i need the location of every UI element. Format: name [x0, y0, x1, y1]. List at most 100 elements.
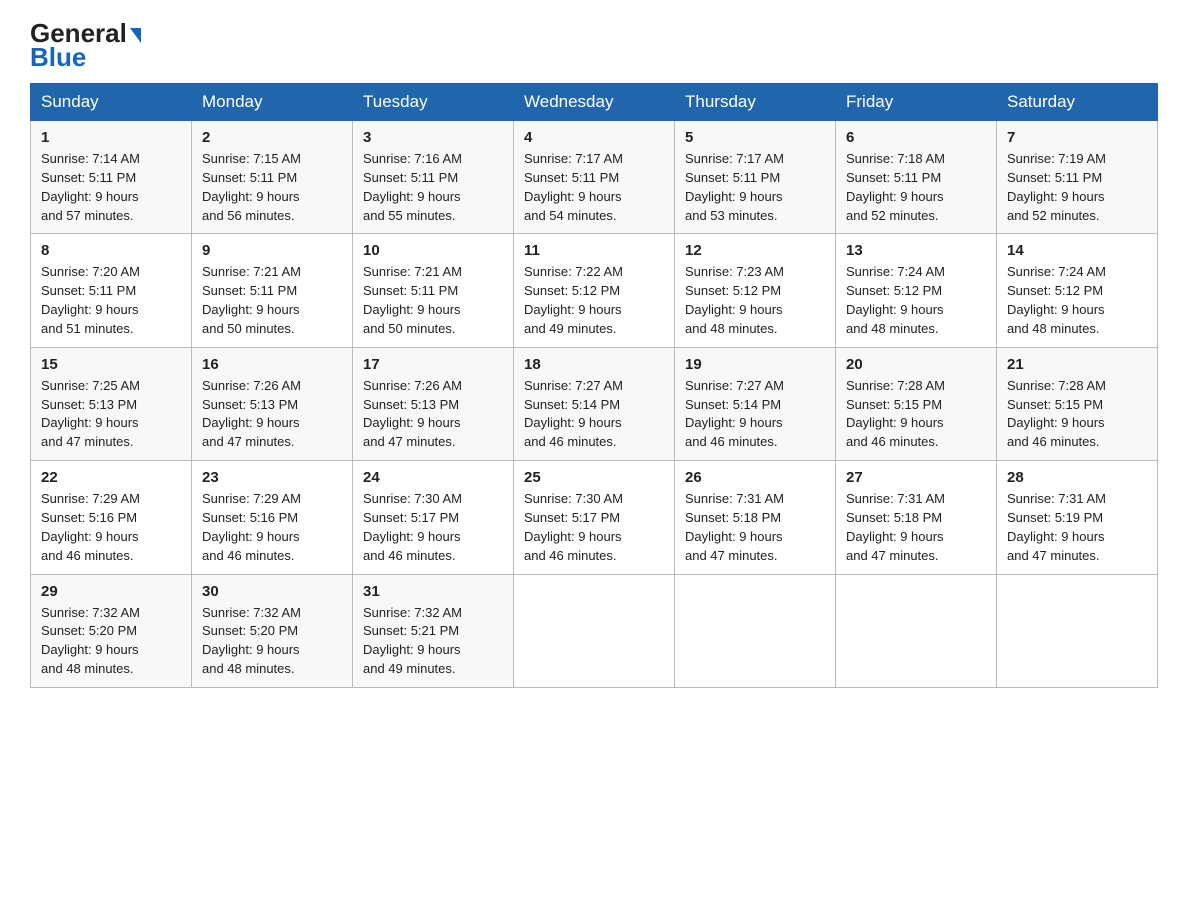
- calendar-cell: 27 Sunrise: 7:31 AMSunset: 5:18 PMDayligh…: [836, 461, 997, 574]
- day-number: 21: [1007, 356, 1147, 373]
- calendar-cell: 28Sunrise: 7:31 AMSunset: 5:19 PMDayligh…: [997, 461, 1158, 574]
- day-number: 20: [846, 356, 986, 373]
- calendar-cell: 24 Sunrise: 7:30 AMSunset: 5:17 PMDayligh…: [353, 461, 514, 574]
- calendar-cell: 13 Sunrise: 7:24 AMSunset: 5:12 PMDayligh…: [836, 234, 997, 347]
- header-wednesday: Wednesday: [514, 84, 675, 121]
- day-number: 25: [524, 469, 664, 486]
- day-number: 17: [363, 356, 503, 373]
- calendar-cell: 16 Sunrise: 7:26 AMSunset: 5:13 PMDayligh…: [192, 347, 353, 460]
- header-tuesday: Tuesday: [353, 84, 514, 121]
- day-number: 27: [846, 469, 986, 486]
- day-number: 16: [202, 356, 342, 373]
- calendar-cell: 8 Sunrise: 7:20 AMSunset: 5:11 PMDaylight…: [31, 234, 192, 347]
- calendar-cell: [997, 574, 1158, 687]
- logo-arrow-icon: [130, 28, 141, 43]
- calendar-cell: 7 Sunrise: 7:19 AMSunset: 5:11 PMDaylight…: [997, 121, 1158, 234]
- day-number: 14: [1007, 242, 1147, 259]
- logo: General Blue: [30, 20, 141, 73]
- day-info: Sunrise: 7:30 AMSunset: 5:17 PMDaylight:…: [363, 490, 503, 565]
- day-number: 13: [846, 242, 986, 259]
- calendar-cell: 12Sunrise: 7:23 AMSunset: 5:12 PMDayligh…: [675, 234, 836, 347]
- calendar-cell: 10 Sunrise: 7:21 AMSunset: 5:11 PMDayligh…: [353, 234, 514, 347]
- day-info: Sunrise: 7:26 AMSunset: 5:13 PMDaylight:…: [202, 377, 342, 452]
- calendar-cell: 25 Sunrise: 7:30 AMSunset: 5:17 PMDayligh…: [514, 461, 675, 574]
- calendar-cell: 30 Sunrise: 7:32 AMSunset: 5:20 PMDayligh…: [192, 574, 353, 687]
- calendar-cell: 31 Sunrise: 7:32 AMSunset: 5:21 PMDayligh…: [353, 574, 514, 687]
- calendar-header-row: SundayMondayTuesdayWednesdayThursdayFrid…: [31, 84, 1158, 121]
- calendar-cell: 19 Sunrise: 7:27 AMSunset: 5:14 PMDayligh…: [675, 347, 836, 460]
- day-info: Sunrise: 7:32 AMSunset: 5:21 PMDaylight:…: [363, 604, 503, 679]
- day-number: 3: [363, 129, 503, 146]
- day-number: 30: [202, 583, 342, 600]
- header-thursday: Thursday: [675, 84, 836, 121]
- calendar-cell: 20 Sunrise: 7:28 AMSunset: 5:15 PMDayligh…: [836, 347, 997, 460]
- calendar-cell: [514, 574, 675, 687]
- day-info: Sunrise: 7:25 AMSunset: 5:13 PMDaylight:…: [41, 377, 181, 452]
- day-number: 15: [41, 356, 181, 373]
- day-info: Sunrise: 7:15 AMSunset: 5:11 PMDaylight:…: [202, 150, 342, 225]
- day-number: 7: [1007, 129, 1147, 146]
- day-info: Sunrise: 7:24 AMSunset: 5:12 PMDaylight:…: [1007, 263, 1147, 338]
- calendar-cell: 5 Sunrise: 7:17 AMSunset: 5:11 PMDaylight…: [675, 121, 836, 234]
- day-info: Sunrise: 7:32 AMSunset: 5:20 PMDaylight:…: [41, 604, 181, 679]
- day-number: 2: [202, 129, 342, 146]
- day-info: Sunrise: 7:32 AMSunset: 5:20 PMDaylight:…: [202, 604, 342, 679]
- calendar-cell: 18 Sunrise: 7:27 AMSunset: 5:14 PMDayligh…: [514, 347, 675, 460]
- day-number: 24: [363, 469, 503, 486]
- day-info: Sunrise: 7:17 AMSunset: 5:11 PMDaylight:…: [685, 150, 825, 225]
- calendar-cell: 11Sunrise: 7:22 AMSunset: 5:12 PMDayligh…: [514, 234, 675, 347]
- day-info: Sunrise: 7:30 AMSunset: 5:17 PMDaylight:…: [524, 490, 664, 565]
- calendar-cell: 29Sunrise: 7:32 AMSunset: 5:20 PMDayligh…: [31, 574, 192, 687]
- day-number: 26: [685, 469, 825, 486]
- day-number: 31: [363, 583, 503, 600]
- day-number: 4: [524, 129, 664, 146]
- calendar-table: SundayMondayTuesdayWednesdayThursdayFrid…: [30, 83, 1158, 688]
- day-info: Sunrise: 7:21 AMSunset: 5:11 PMDaylight:…: [202, 263, 342, 338]
- day-info: Sunrise: 7:29 AMSunset: 5:16 PMDaylight:…: [41, 490, 181, 565]
- day-number: 10: [363, 242, 503, 259]
- header-friday: Friday: [836, 84, 997, 121]
- logo-text-blue: Blue: [30, 42, 86, 73]
- calendar-cell: 14 Sunrise: 7:24 AMSunset: 5:12 PMDayligh…: [997, 234, 1158, 347]
- calendar-cell: 1Sunrise: 7:14 AMSunset: 5:11 PMDaylight…: [31, 121, 192, 234]
- day-info: Sunrise: 7:20 AMSunset: 5:11 PMDaylight:…: [41, 263, 181, 338]
- calendar-cell: 23 Sunrise: 7:29 AMSunset: 5:16 PMDayligh…: [192, 461, 353, 574]
- day-info: Sunrise: 7:16 AMSunset: 5:11 PMDaylight:…: [363, 150, 503, 225]
- day-number: 22: [41, 469, 181, 486]
- calendar-cell: [836, 574, 997, 687]
- calendar-cell: 22 Sunrise: 7:29 AMSunset: 5:16 PMDayligh…: [31, 461, 192, 574]
- day-number: 23: [202, 469, 342, 486]
- calendar-cell: 3 Sunrise: 7:16 AMSunset: 5:11 PMDaylight…: [353, 121, 514, 234]
- calendar-cell: 17 Sunrise: 7:26 AMSunset: 5:13 PMDayligh…: [353, 347, 514, 460]
- day-number: 11: [524, 242, 664, 259]
- day-info: Sunrise: 7:31 AMSunset: 5:18 PMDaylight:…: [846, 490, 986, 565]
- day-number: 6: [846, 129, 986, 146]
- day-number: 5: [685, 129, 825, 146]
- day-info: Sunrise: 7:17 AMSunset: 5:11 PMDaylight:…: [524, 150, 664, 225]
- calendar-cell: 9 Sunrise: 7:21 AMSunset: 5:11 PMDaylight…: [192, 234, 353, 347]
- day-info: Sunrise: 7:18 AMSunset: 5:11 PMDaylight:…: [846, 150, 986, 225]
- day-number: 8: [41, 242, 181, 259]
- day-info: Sunrise: 7:19 AMSunset: 5:11 PMDaylight:…: [1007, 150, 1147, 225]
- day-number: 9: [202, 242, 342, 259]
- calendar-cell: 6 Sunrise: 7:18 AMSunset: 5:11 PMDaylight…: [836, 121, 997, 234]
- header-saturday: Saturday: [997, 84, 1158, 121]
- day-number: 18: [524, 356, 664, 373]
- day-info: Sunrise: 7:27 AMSunset: 5:14 PMDaylight:…: [685, 377, 825, 452]
- calendar-cell: 4 Sunrise: 7:17 AMSunset: 5:11 PMDaylight…: [514, 121, 675, 234]
- calendar-week-row: 22 Sunrise: 7:29 AMSunset: 5:16 PMDayligh…: [31, 461, 1158, 574]
- day-info: Sunrise: 7:29 AMSunset: 5:16 PMDaylight:…: [202, 490, 342, 565]
- day-info: Sunrise: 7:28 AMSunset: 5:15 PMDaylight:…: [846, 377, 986, 452]
- day-info: Sunrise: 7:21 AMSunset: 5:11 PMDaylight:…: [363, 263, 503, 338]
- day-info: Sunrise: 7:31 AMSunset: 5:19 PMDaylight:…: [1007, 490, 1147, 565]
- day-info: Sunrise: 7:14 AMSunset: 5:11 PMDaylight:…: [41, 150, 181, 225]
- day-info: Sunrise: 7:24 AMSunset: 5:12 PMDaylight:…: [846, 263, 986, 338]
- calendar-week-row: 15 Sunrise: 7:25 AMSunset: 5:13 PMDayligh…: [31, 347, 1158, 460]
- page-header: General Blue: [30, 20, 1158, 73]
- day-info: Sunrise: 7:31 AMSunset: 5:18 PMDaylight:…: [685, 490, 825, 565]
- day-info: Sunrise: 7:26 AMSunset: 5:13 PMDaylight:…: [363, 377, 503, 452]
- day-number: 19: [685, 356, 825, 373]
- calendar-week-row: 8 Sunrise: 7:20 AMSunset: 5:11 PMDaylight…: [31, 234, 1158, 347]
- day-info: Sunrise: 7:27 AMSunset: 5:14 PMDaylight:…: [524, 377, 664, 452]
- calendar-cell: 21Sunrise: 7:28 AMSunset: 5:15 PMDayligh…: [997, 347, 1158, 460]
